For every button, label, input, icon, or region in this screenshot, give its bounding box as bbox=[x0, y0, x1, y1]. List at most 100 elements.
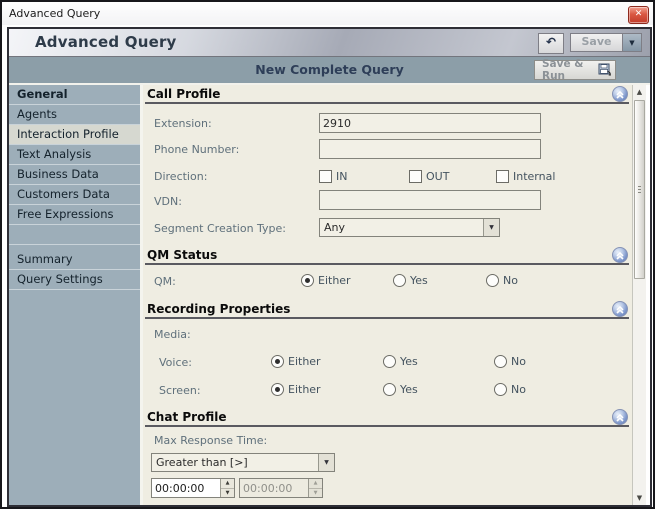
voice-yes-label: Yes bbox=[400, 355, 418, 368]
screen-yes-radio[interactable]: Yes bbox=[383, 383, 418, 396]
vdn-input[interactable] bbox=[319, 190, 541, 210]
save-and-run-label: Save & Run bbox=[542, 58, 598, 82]
checkbox-icon[interactable] bbox=[319, 170, 332, 183]
dropdown-arrow-button[interactable]: ▼ bbox=[318, 454, 334, 471]
collapse-qm-status-button[interactable] bbox=[612, 247, 628, 263]
chevron-down-icon: ▼ bbox=[324, 459, 329, 466]
checkbox-icon[interactable] bbox=[496, 170, 509, 183]
sidebar-item-business-data[interactable]: Business Data bbox=[9, 165, 140, 185]
dropdown-arrow-button[interactable]: ▼ bbox=[483, 219, 499, 236]
direction-out-checkbox[interactable]: OUT bbox=[409, 170, 449, 183]
title-bar: Advanced Query ✕ bbox=[2, 2, 653, 25]
collapse-call-profile-button[interactable] bbox=[612, 86, 628, 102]
chevron-up-icon bbox=[613, 410, 627, 424]
section-title-recording-properties: Recording Properties bbox=[147, 302, 290, 316]
radio-icon[interactable] bbox=[383, 383, 396, 396]
spinner-buttons: ▲ ▼ bbox=[308, 479, 322, 497]
section-divider bbox=[145, 102, 629, 104]
section-divider bbox=[145, 317, 629, 319]
scrollbar-up-icon[interactable]: ▲ bbox=[633, 88, 646, 96]
sidebar-item-free-expressions[interactable]: Free Expressions bbox=[9, 205, 140, 225]
voice-no-radio[interactable]: No bbox=[494, 355, 526, 368]
spinner-up-icon: ▲ bbox=[309, 479, 322, 489]
section-divider bbox=[145, 263, 629, 265]
screen-no-radio[interactable]: No bbox=[494, 383, 526, 396]
chevron-down-icon: ▼ bbox=[489, 224, 494, 231]
checkbox-icon[interactable] bbox=[409, 170, 422, 183]
direction-internal-checkbox[interactable]: Internal bbox=[496, 170, 555, 183]
time-from-spinner[interactable]: 00:00:00 ▲ ▼ bbox=[151, 478, 235, 498]
undo-icon: ↶ bbox=[546, 35, 556, 49]
sidebar-item-empty bbox=[9, 225, 140, 245]
radio-selected-icon[interactable] bbox=[271, 355, 284, 368]
scrollbar-down-icon[interactable]: ▼ bbox=[633, 494, 646, 502]
media-label: Media: bbox=[154, 328, 191, 341]
radio-icon[interactable] bbox=[486, 274, 499, 287]
collapse-recording-properties-button[interactable] bbox=[612, 301, 628, 317]
sidebar-item-interaction-profile[interactable]: Interaction Profile bbox=[9, 125, 140, 145]
qm-no-radio[interactable]: No bbox=[486, 274, 518, 287]
form-panel: Call Profile Extension: Phone Number: Di… bbox=[143, 85, 632, 505]
sidebar-item-customers-data[interactable]: Customers Data bbox=[9, 185, 140, 205]
vertical-scrollbar[interactable]: ▲ ▼ bbox=[632, 85, 646, 505]
sidebar-item-text-analysis[interactable]: Text Analysis bbox=[9, 145, 140, 165]
phone-number-label: Phone Number: bbox=[154, 143, 239, 156]
spinner-up-icon[interactable]: ▲ bbox=[221, 479, 234, 489]
chevron-up-icon bbox=[613, 248, 627, 262]
spinner-down-icon[interactable]: ▼ bbox=[221, 489, 234, 498]
screenshot-root: Advanced Query ✕ Advanced Query ↶ Save ▼… bbox=[0, 0, 655, 509]
save-and-run-button[interactable]: Save & Run bbox=[534, 60, 616, 80]
time-from-value: 00:00:00 bbox=[152, 479, 220, 497]
qm-either-radio[interactable]: Either bbox=[301, 274, 351, 287]
radio-selected-icon[interactable] bbox=[271, 383, 284, 396]
save-dropdown-button[interactable]: ▼ bbox=[622, 34, 641, 51]
sidebar-item-general[interactable]: General bbox=[9, 85, 140, 105]
close-icon: ✕ bbox=[635, 9, 643, 19]
screen-either-radio[interactable]: Either bbox=[271, 383, 321, 396]
direction-internal-label: Internal bbox=[513, 170, 555, 183]
direction-out-label: OUT bbox=[426, 170, 449, 183]
undo-button[interactable]: ↶ bbox=[538, 33, 564, 54]
time-to-value: 00:00:00 bbox=[240, 479, 308, 497]
save-split-button[interactable]: Save ▼ bbox=[570, 33, 642, 52]
max-response-comparator-value: Greater than [>] bbox=[156, 456, 248, 469]
qm-no-label: No bbox=[503, 274, 518, 287]
collapse-chat-profile-button[interactable] bbox=[612, 409, 628, 425]
sidebar-item-query-settings[interactable]: Query Settings bbox=[9, 270, 140, 290]
radio-icon[interactable] bbox=[494, 355, 507, 368]
voice-either-radio[interactable]: Either bbox=[271, 355, 321, 368]
voice-either-label: Either bbox=[288, 355, 321, 368]
segment-creation-type-label: Segment Creation Type: bbox=[154, 222, 286, 235]
time-to-spinner-disabled: 00:00:00 ▲ ▼ bbox=[239, 478, 323, 498]
section-title-chat-profile: Chat Profile bbox=[147, 410, 226, 424]
sidebar-item-agents[interactable]: Agents bbox=[9, 105, 140, 125]
direction-in-checkbox[interactable]: IN bbox=[319, 170, 347, 183]
segment-creation-type-dropdown[interactable]: Any ▼ bbox=[319, 218, 500, 237]
qm-yes-radio[interactable]: Yes bbox=[393, 274, 428, 287]
section-title-qm-status: QM Status bbox=[147, 248, 217, 262]
scrollbar-thumb[interactable] bbox=[634, 100, 645, 279]
radio-icon[interactable] bbox=[494, 383, 507, 396]
phone-number-input[interactable] bbox=[319, 139, 541, 159]
dialog-body: General Agents Interaction Profile Text … bbox=[9, 85, 650, 505]
window-title: Advanced Query bbox=[9, 7, 100, 20]
extension-label: Extension: bbox=[154, 117, 212, 130]
voice-no-label: No bbox=[511, 355, 526, 368]
extension-input[interactable] bbox=[319, 113, 541, 133]
save-button-label: Save bbox=[571, 34, 622, 51]
chevron-up-icon bbox=[613, 87, 627, 101]
dialog-header: Advanced Query ↶ Save ▼ bbox=[9, 29, 650, 57]
spinner-buttons: ▲ ▼ bbox=[220, 479, 234, 497]
max-response-time-label: Max Response Time: bbox=[154, 434, 267, 447]
radio-icon[interactable] bbox=[383, 355, 396, 368]
qm-yes-label: Yes bbox=[410, 274, 428, 287]
voice-yes-radio[interactable]: Yes bbox=[383, 355, 418, 368]
close-button[interactable]: ✕ bbox=[628, 6, 649, 24]
voice-label: Voice: bbox=[159, 356, 192, 369]
radio-icon[interactable] bbox=[393, 274, 406, 287]
radio-selected-icon[interactable] bbox=[301, 274, 314, 287]
sidebar-item-summary[interactable]: Summary bbox=[9, 250, 140, 270]
direction-in-label: IN bbox=[336, 170, 347, 183]
section-title-call-profile: Call Profile bbox=[147, 87, 220, 101]
max-response-comparator-dropdown[interactable]: Greater than [>] ▼ bbox=[151, 453, 335, 472]
